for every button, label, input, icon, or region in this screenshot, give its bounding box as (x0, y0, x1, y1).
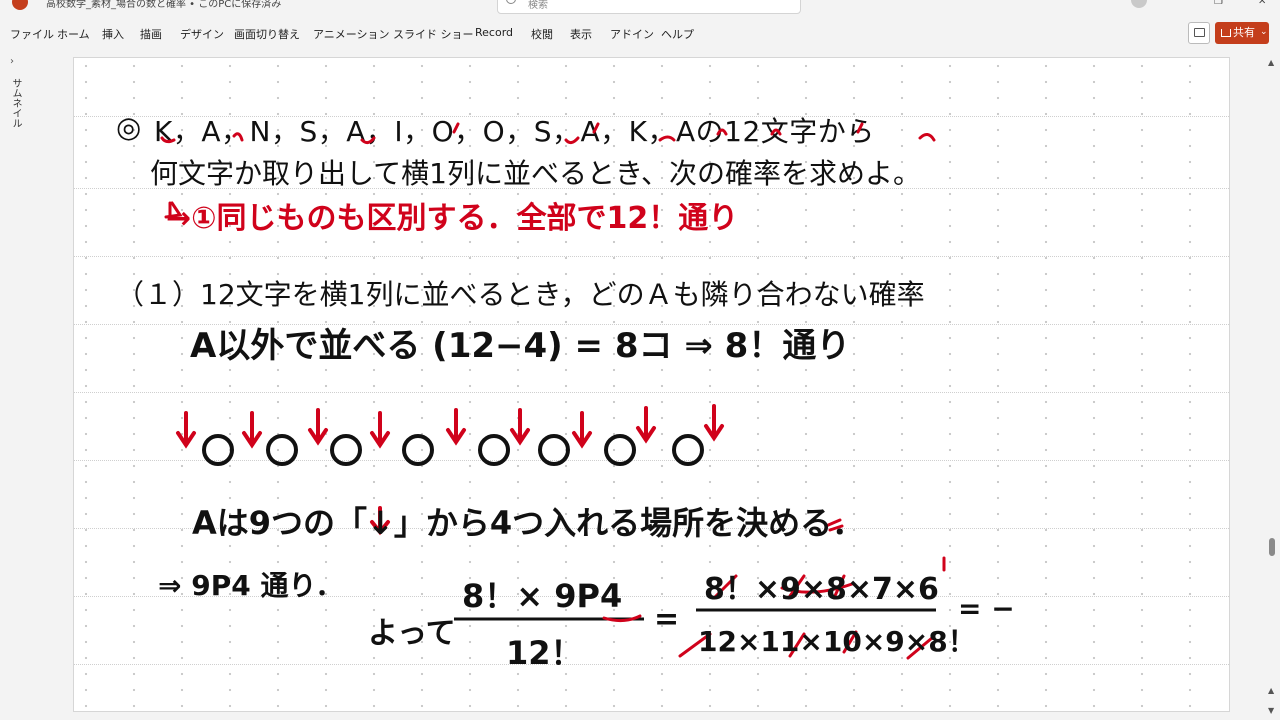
page-up-icon[interactable]: ▲ (1268, 686, 1274, 695)
tab-home[interactable]: ホーム (57, 26, 90, 42)
title-bar: 高校数学_素材_場合の数と確率 • このPCに保存済み 検索 ❐ ✕ (0, 0, 1280, 14)
search-placeholder: 検索 (528, 0, 548, 11)
handwritten-note-red: →①同じものも区別する．全部で12！通り (166, 201, 739, 236)
slide-canvas[interactable]: ◎ K，A，N，S，A，I，O，O，S，A，K，Aの12文字から 何文字か取り出… (73, 57, 1230, 712)
chevron-down-icon: ⌄ (1260, 27, 1268, 37)
search-box[interactable]: 検索 (497, 0, 801, 14)
share-label: 共有 (1233, 26, 1255, 39)
comment-button[interactable] (1188, 22, 1210, 44)
handwritten-note-2: Aは9つの「↓」から4つ入れる場所を決める． (192, 504, 865, 542)
share-icon (1221, 29, 1231, 37)
vertical-scrollbar[interactable]: ▲ ▲ ▼ (1266, 48, 1278, 720)
powerpoint-app-icon (12, 0, 28, 10)
thumbnail-pane-label[interactable]: サムネイル (8, 78, 23, 128)
tab-slideshow[interactable]: スライド ショー (393, 26, 474, 42)
chevron-right-icon[interactable]: › (10, 56, 14, 67)
scrollbar-thumb[interactable] (1269, 538, 1275, 556)
tab-addins[interactable]: アドイン (610, 26, 654, 42)
tab-animations[interactable]: アニメーション (313, 26, 390, 42)
avatar[interactable] (1131, 0, 1147, 8)
equals-sign: = (654, 602, 680, 637)
tab-insert[interactable]: 挿入 (102, 26, 124, 42)
tab-draw[interactable]: 描画 (140, 26, 162, 42)
ink-annotations (160, 122, 946, 660)
scroll-up-icon[interactable]: ▲ (1268, 58, 1274, 67)
share-button[interactable]: 共有 ⌄ (1215, 22, 1269, 44)
thumbnail-pane: › サムネイル (0, 48, 28, 720)
handwritten-yotte: よって (368, 616, 456, 651)
document-title: 高校数学_素材_場合の数と確率 • このPCに保存済み (46, 0, 282, 10)
fraction-1-numerator: 8！× 9P4 (462, 577, 623, 615)
handwritten-note-1: A以外で並べる (12−4) = 8コ ⇒ 8！通り (190, 326, 851, 366)
tab-transitions[interactable]: 画面切り替え (234, 26, 300, 42)
fraction-1-denominator: 12！ (506, 634, 583, 672)
search-icon (506, 0, 516, 4)
handwritten-note-3: ⇒ 9P4 通り． (158, 569, 344, 602)
close-window-icon[interactable]: ✕ (1258, 0, 1266, 7)
tab-view[interactable]: 表示 (570, 26, 592, 42)
tab-file[interactable]: ファイル (10, 26, 54, 42)
fraction-2-denominator: 12×11×10×9×8！ (698, 625, 976, 658)
ribbon-tab-bar: ファイル ホーム 挿入 描画 デザイン 画面切り替え アニメーション スライド … (0, 22, 1280, 44)
scroll-down-icon[interactable]: ▼ (1268, 706, 1274, 715)
tab-record[interactable]: Record (475, 26, 513, 39)
tab-design[interactable]: デザイン (180, 26, 224, 42)
fraction-2-numerator: 8！×9×8×7×6 (704, 572, 939, 607)
restore-window-icon[interactable]: ❐ (1214, 0, 1223, 7)
tab-help[interactable]: ヘルプ (661, 26, 694, 42)
equals-tail: = − (958, 592, 1015, 625)
tab-review[interactable]: 校閲 (531, 26, 553, 42)
